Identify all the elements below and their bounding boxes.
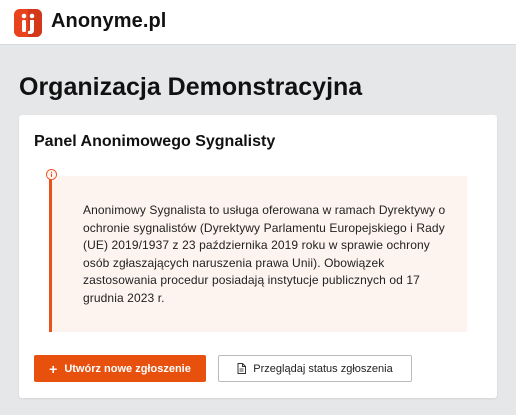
create-report-button[interactable]: + Utwórz nowe zgłoszenie (34, 355, 206, 382)
document-icon (237, 363, 247, 374)
panel-title: Panel Anonimowego Sygnalisty (34, 133, 276, 150)
organization-title: Organizacja Demonstracyjna (19, 73, 363, 101)
brand-name[interactable]: Anonyme.pl (51, 10, 166, 33)
info-text: Anonimowy Sygnalista to usługa oferowana… (83, 203, 446, 305)
browse-status-button[interactable]: Przeglądaj status zgłoszenia (218, 355, 412, 382)
logo-icon[interactable] (14, 9, 42, 37)
info-callout: Anonimowy Sygnalista to usługa oferowana… (49, 176, 467, 332)
top-bar: Anonyme.pl (0, 0, 516, 45)
plus-icon: + (49, 360, 58, 377)
create-report-label: Utwórz nowe zgłoszenie (64, 362, 191, 375)
info-icon (46, 169, 57, 180)
browse-status-label: Przeglądaj status zgłoszenia (253, 362, 393, 375)
whistleblower-panel-card: Panel Anonimowego Sygnalisty Anonimowy S… (19, 115, 497, 398)
